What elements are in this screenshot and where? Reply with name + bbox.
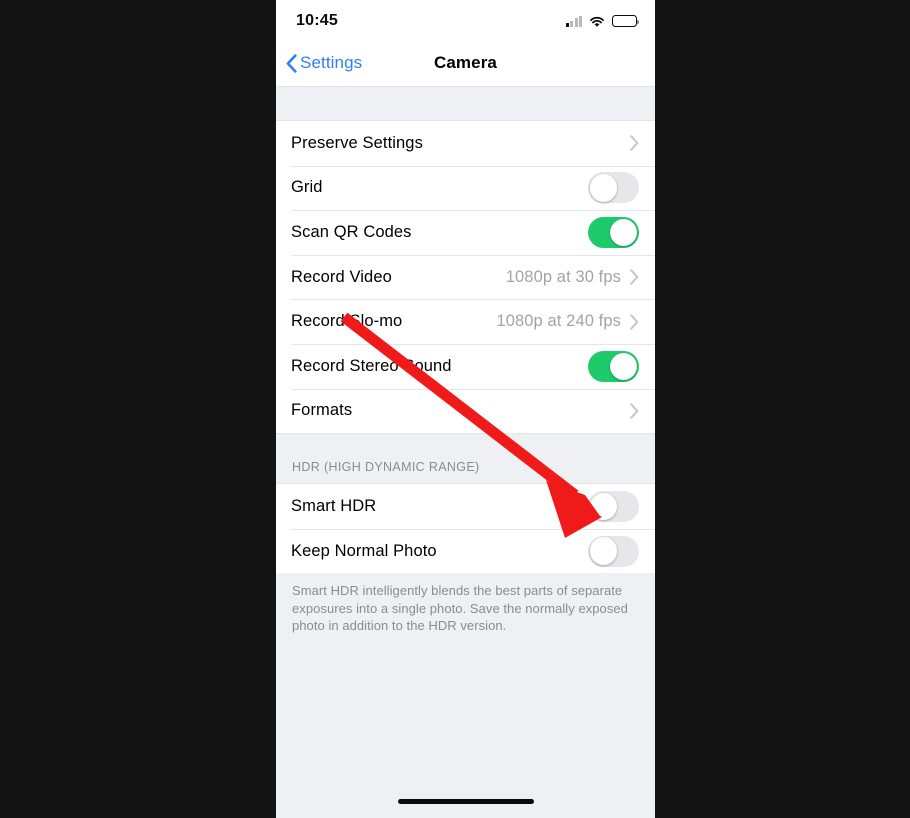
toggle-smart-hdr[interactable] bbox=[588, 490, 639, 522]
row-label: Preserve Settings bbox=[291, 133, 423, 152]
section-footer-hdr: Smart HDR intelligently blends the best … bbox=[276, 573, 655, 635]
toggle-scan-qr-codes[interactable] bbox=[588, 216, 639, 248]
chevron-right-icon bbox=[630, 135, 639, 152]
row-value: 1080p at 30 fps bbox=[505, 267, 621, 286]
toggle-keep-normal-photo[interactable] bbox=[588, 535, 639, 567]
row-smart-hdr[interactable]: Smart HDR bbox=[276, 484, 655, 529]
row-grid[interactable]: Grid bbox=[276, 165, 655, 211]
back-button[interactable]: Settings bbox=[286, 40, 362, 86]
toggle-knob bbox=[589, 492, 618, 521]
row-label: Record Stereo Sound bbox=[291, 356, 452, 375]
navigation-bar: Settings Camera bbox=[276, 40, 655, 86]
list-empty-space bbox=[276, 634, 655, 784]
home-indicator[interactable] bbox=[276, 784, 655, 818]
page-title: Camera bbox=[434, 53, 497, 72]
toggle-knob bbox=[589, 537, 618, 565]
toggle-knob bbox=[609, 218, 638, 247]
chevron-right-icon bbox=[630, 269, 639, 285]
screenshot-canvas: 10:45 Settings Camera Preserve Settings … bbox=[0, 0, 910, 818]
chevron-right-icon bbox=[630, 313, 639, 330]
row-label: Keep Normal Photo bbox=[291, 541, 437, 560]
cellular-signal-icon bbox=[565, 15, 582, 27]
toggle-record-stereo-sound[interactable] bbox=[588, 350, 639, 382]
status-bar: 10:45 bbox=[276, 0, 655, 40]
section-spacer-top bbox=[276, 86, 655, 121]
section-header-label: HDR (HIGH DYNAMIC RANGE) bbox=[292, 460, 480, 475]
row-label: Scan QR Codes bbox=[291, 222, 412, 241]
settings-group-hdr: Smart HDR Keep Normal Photo bbox=[276, 484, 655, 574]
row-scan-qr-codes[interactable]: Scan QR Codes bbox=[276, 210, 655, 255]
row-value: 1080p at 240 fps bbox=[496, 312, 621, 331]
wifi-icon bbox=[589, 15, 605, 27]
toggle-knob bbox=[589, 174, 618, 202]
row-record-slo-mo[interactable]: Record Slo-mo 1080p at 240 fps bbox=[276, 299, 655, 344]
status-bar-clock: 10:45 bbox=[296, 12, 338, 29]
row-record-stereo-sound[interactable]: Record Stereo Sound bbox=[276, 343, 655, 389]
settings-group-general: Preserve Settings Grid Scan QR Codes Rec… bbox=[276, 121, 655, 434]
chevron-left-icon bbox=[286, 53, 297, 73]
status-bar-icons bbox=[565, 15, 640, 27]
row-preserve-settings[interactable]: Preserve Settings bbox=[276, 121, 655, 166]
toggle-grid[interactable] bbox=[588, 172, 639, 204]
row-label: Record Video bbox=[291, 267, 392, 286]
battery-full-icon bbox=[612, 15, 640, 27]
home-indicator-bar bbox=[397, 798, 534, 804]
section-header-hdr: HDR (HIGH DYNAMIC RANGE) bbox=[276, 433, 655, 485]
back-button-label: Settings bbox=[300, 53, 363, 72]
row-label: Formats bbox=[291, 401, 353, 420]
iphone-screen: 10:45 Settings Camera Preserve Settings … bbox=[276, 0, 655, 818]
section-footer-text: Smart HDR intelligently blends the best … bbox=[292, 583, 628, 634]
row-record-video[interactable]: Record Video 1080p at 30 fps bbox=[276, 254, 655, 300]
row-formats[interactable]: Formats bbox=[276, 388, 655, 434]
row-label: Record Slo-mo bbox=[291, 312, 403, 331]
row-keep-normal-photo[interactable]: Keep Normal Photo bbox=[276, 528, 655, 574]
row-label: Smart HDR bbox=[291, 496, 377, 515]
row-label: Grid bbox=[291, 178, 323, 197]
chevron-right-icon bbox=[630, 403, 639, 419]
toggle-knob bbox=[609, 352, 638, 380]
